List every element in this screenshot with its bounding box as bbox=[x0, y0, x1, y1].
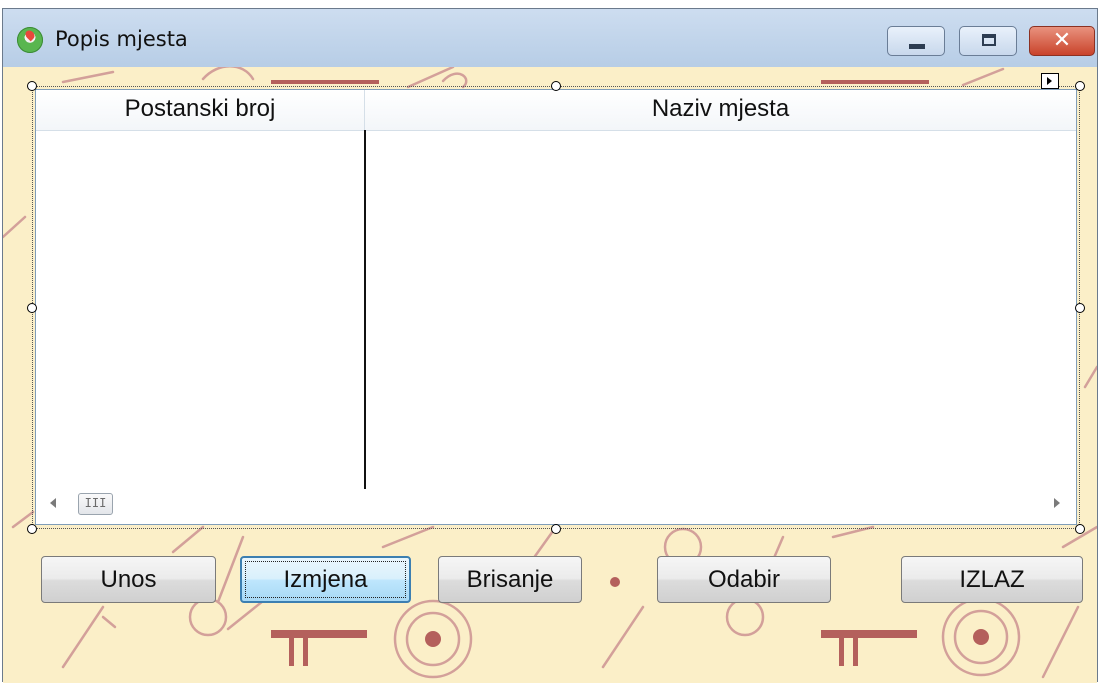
resize-handle-bottom-right[interactable] bbox=[1075, 524, 1085, 534]
close-icon: ✕ bbox=[1052, 28, 1072, 53]
title-bar[interactable]: Popis mjesta ✕ bbox=[3, 9, 1097, 67]
form-window: Popis mjesta ✕ Postanski broj Naziv mjes… bbox=[2, 8, 1098, 683]
izlaz-button[interactable]: IZLAZ bbox=[901, 556, 1083, 603]
resize-handle-bottom-left[interactable] bbox=[27, 524, 37, 534]
resize-handle-bottom-center[interactable] bbox=[551, 524, 561, 534]
form-client-area: Postanski broj Naziv mjesta III Unos Izm… bbox=[3, 67, 1097, 683]
maximize-button[interactable] bbox=[959, 26, 1017, 56]
smart-tag-arrow-icon[interactable] bbox=[1041, 73, 1059, 89]
minimize-icon bbox=[909, 44, 925, 49]
resize-handle-middle-right[interactable] bbox=[1075, 303, 1085, 313]
resize-handle-middle-left[interactable] bbox=[27, 303, 37, 313]
window-title: Popis mjesta bbox=[55, 27, 188, 51]
resize-handle-top-right[interactable] bbox=[1075, 81, 1085, 91]
brisanje-button[interactable]: Brisanje bbox=[438, 556, 582, 603]
minimize-button[interactable] bbox=[887, 26, 945, 56]
unos-button[interactable]: Unos bbox=[41, 556, 216, 603]
map-pin-icon bbox=[17, 27, 43, 53]
maximize-icon bbox=[982, 34, 996, 46]
izmjena-button[interactable]: Izmjena bbox=[240, 556, 411, 603]
resize-handle-top-center[interactable] bbox=[551, 81, 561, 91]
designer-selection-frame bbox=[32, 86, 1080, 529]
odabir-button[interactable]: Odabir bbox=[657, 556, 831, 603]
resize-handle-top-left[interactable] bbox=[27, 81, 37, 91]
close-button[interactable]: ✕ bbox=[1029, 26, 1095, 56]
